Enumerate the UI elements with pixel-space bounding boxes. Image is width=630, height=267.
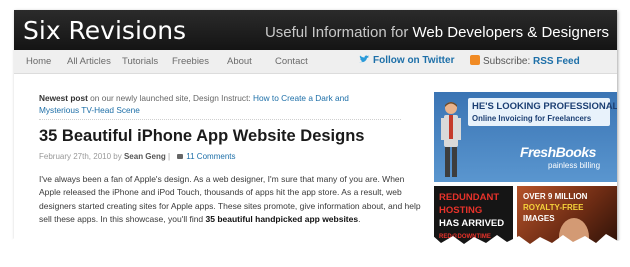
torn-paper-edge [0, 233, 630, 267]
